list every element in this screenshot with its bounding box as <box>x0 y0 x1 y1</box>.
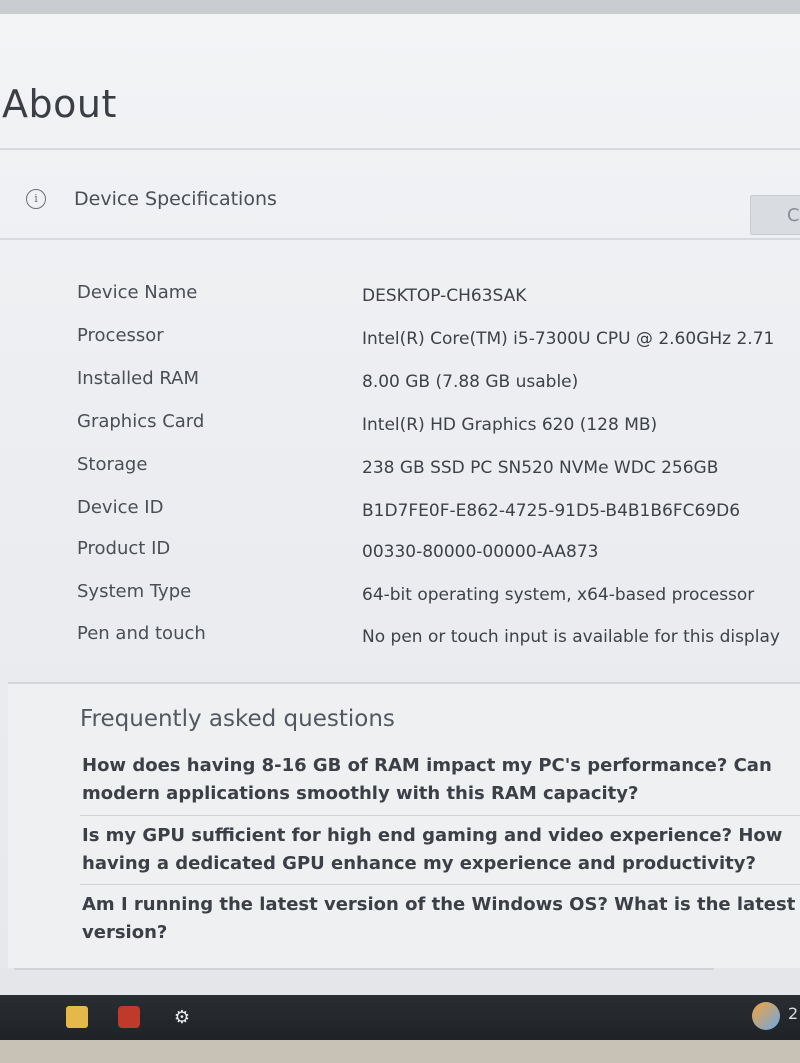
faq-divider <box>80 884 800 885</box>
spec-key: Graphics Card <box>77 411 205 432</box>
tray-app-icon[interactable] <box>752 1002 780 1030</box>
spec-row-product-id: Product ID 00330-80000-00000-AA873 <box>0 538 800 568</box>
spec-value: Intel(R) HD Graphics 620 (128 MB) <box>362 415 658 435</box>
spec-row-storage: Storage 238 GB SSD PC SN520 NVMe WDC 256… <box>0 454 800 484</box>
spec-row-graphics-card: Graphics Card Intel(R) HD Graphics 620 (… <box>0 411 800 441</box>
faq-question-line: having a dedicated GPU enhance my experi… <box>82 853 756 874</box>
spec-row-device-id: Device ID B1D7FE0F-E862-4725-91D5-B4B1B6… <box>0 497 800 527</box>
spec-value: No pen or touch input is available for t… <box>362 627 780 647</box>
spec-row-device-name: Device Name DESKTOP-CH63SAK <box>0 282 800 312</box>
title-bar <box>0 0 800 14</box>
spec-value: 238 GB SSD PC SN520 NVMe WDC 256GB <box>362 458 719 478</box>
settings-gear-icon[interactable]: ⚙ <box>172 1008 192 1028</box>
spec-key: Processor <box>77 325 164 346</box>
taskbar-clock[interactable]: 2 <box>788 1004 798 1023</box>
spec-value: 00330-80000-00000-AA873 <box>362 542 599 562</box>
spec-row-processor: Processor Intel(R) Core(TM) i5-7300U CPU… <box>0 325 800 355</box>
faq-question-gpu[interactable]: Is my GPU sufficient for high end gaming… <box>82 822 800 878</box>
divider <box>0 148 800 150</box>
faq-question-line: How does having 8-16 GB of RAM impact my… <box>82 755 772 776</box>
device-specifications-header[interactable]: i Device Specifications <box>26 186 277 212</box>
spec-value: DESKTOP-CH63SAK <box>362 286 527 306</box>
spec-row-pen-and-touch: Pen and touch No pen or touch input is a… <box>0 623 800 653</box>
spec-key: Device ID <box>77 497 164 518</box>
mail-icon[interactable] <box>118 1006 140 1028</box>
spec-key: Product ID <box>77 538 171 559</box>
spec-value: Intel(R) Core(TM) i5-7300U CPU @ 2.60GHz… <box>362 329 775 349</box>
monitor-bezel <box>0 1040 800 1063</box>
faq-question-windows-version[interactable]: Am I running the latest version of the W… <box>82 891 800 947</box>
faq-question-line: Am I running the latest version of the W… <box>82 894 800 915</box>
faq-divider <box>80 815 800 816</box>
spec-value: 8.00 GB (7.88 GB usable) <box>362 372 579 392</box>
info-icon: i <box>26 189 46 209</box>
spec-key: Device Name <box>77 282 198 303</box>
faq-question-ram[interactable]: How does having 8-16 GB of RAM impact my… <box>82 752 800 808</box>
divider <box>14 968 714 970</box>
section-label: Device Specifications <box>74 188 277 210</box>
faq-question-line: Is my GPU sufficient for high end gaming… <box>82 825 783 846</box>
spec-key: Pen and touch <box>77 623 206 644</box>
spec-value: 64-bit operating system, x64-based proce… <box>362 585 755 605</box>
page-title: About <box>2 82 117 126</box>
file-explorer-icon[interactable] <box>66 1006 88 1028</box>
spec-key: Storage <box>77 454 148 475</box>
copy-button[interactable]: C <box>750 195 800 235</box>
spec-value: B1D7FE0F-E862-4725-91D5-B4B1B6FC69D6 <box>362 501 741 521</box>
next-section-strip <box>0 968 800 996</box>
spec-key: System Type <box>77 581 192 602</box>
faq-question-line: modern applications smoothly with this R… <box>82 783 639 804</box>
settings-window: About i Device Specifications C Device N… <box>0 0 800 996</box>
faq-title: Frequently asked questions <box>80 706 395 732</box>
spec-row-installed-ram: Installed RAM 8.00 GB (7.88 GB usable) <box>0 368 800 398</box>
spec-row-system-type: System Type 64-bit operating system, x64… <box>0 581 800 611</box>
spec-key: Installed RAM <box>77 368 200 389</box>
divider <box>0 238 800 240</box>
faq-question-line: version? <box>82 922 168 943</box>
